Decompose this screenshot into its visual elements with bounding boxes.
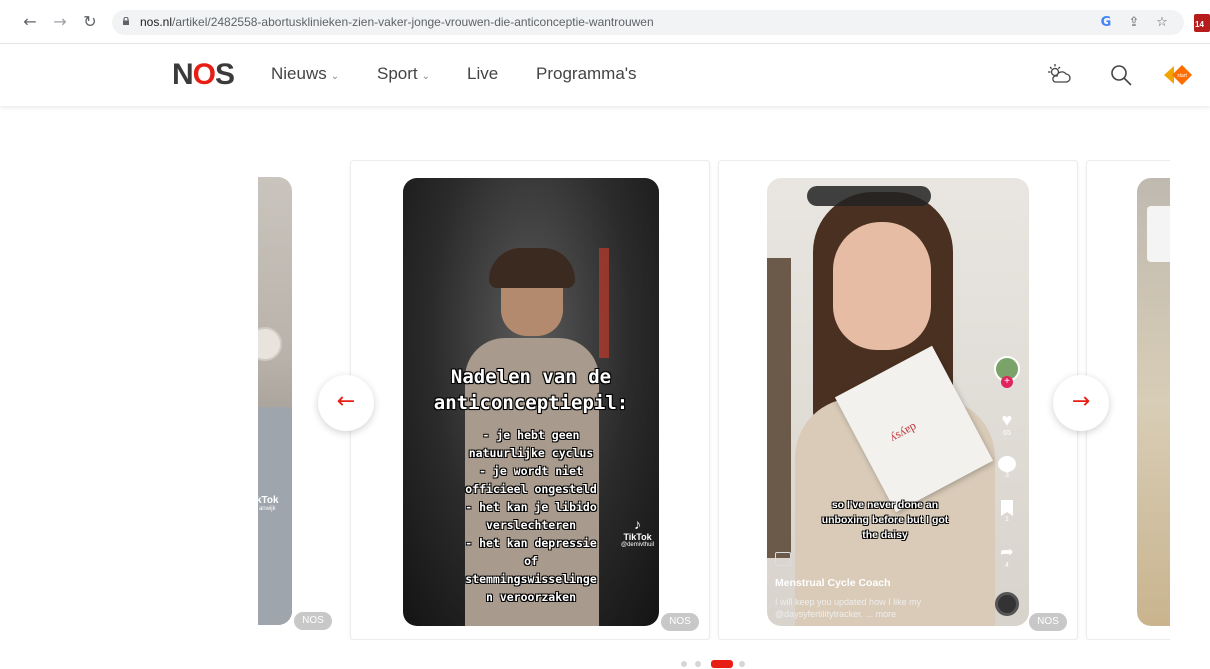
nav-live[interactable]: Live (467, 64, 498, 84)
nos-badge: NOS (1029, 613, 1067, 631)
tiktok-watermark: ♪ TikTok @demivthuil (621, 516, 655, 548)
comment-button[interactable]: 3 (993, 456, 1021, 479)
search-icon[interactable] (1108, 62, 1134, 88)
carousel-prev-button[interactable]: ← (318, 375, 374, 431)
wall-frame (767, 258, 791, 558)
nav-nieuws[interactable]: Nieuws ⌄ (271, 64, 339, 84)
page-dot[interactable] (681, 661, 687, 667)
comment-count: 3 (1005, 472, 1009, 479)
arrow-left-icon: ← (336, 389, 356, 414)
tiktok-icon: ♪ (634, 516, 642, 532)
lock-icon (123, 17, 129, 25)
page-dot[interactable] (695, 661, 701, 667)
nos-badge: NOS (661, 613, 699, 631)
creator-name[interactable]: Menstrual Cycle Coach (775, 577, 891, 589)
creator-avatar[interactable]: + (993, 356, 1021, 388)
follow-plus-icon[interactable]: + (1001, 376, 1013, 388)
music-disc-icon (995, 592, 1019, 616)
carousel-next-button[interactable]: → (1053, 375, 1109, 431)
calendar-badge: 14 (1195, 20, 1204, 29)
person-hair (489, 248, 575, 288)
tiktok-carousel: kTok anwijk NOS Nadelen van de anticoncep… (258, 160, 1170, 640)
svg-text:start: start (1177, 73, 1187, 79)
page-dot-active[interactable] (711, 660, 733, 668)
reload-icon[interactable]: ↻ (80, 12, 100, 32)
sticker-shape (1147, 206, 1170, 262)
video-thumbnail-4[interactable] (1137, 178, 1170, 626)
npo-start-icon[interactable]: start (1162, 62, 1194, 88)
arrow-right-icon: → (1071, 389, 1091, 414)
carousel-card-3[interactable]: daysy so I've never done an unboxing bef… (718, 160, 1078, 640)
video-caption: so I've never done an unboxing before bu… (821, 499, 949, 541)
save-button[interactable]: 1 (993, 500, 1021, 523)
nos-badge: NOS (294, 612, 332, 630)
share-button[interactable]: ➦ 4 (993, 544, 1021, 569)
save-count: 1 (1005, 516, 1009, 523)
nos-logo[interactable]: NOS (172, 58, 235, 92)
video-thumbnail-1[interactable]: kTok anwijk (258, 177, 292, 625)
tiktok-watermark: kTok anwijk (258, 495, 279, 512)
like-button[interactable]: ♥ 65 (993, 410, 1021, 437)
carousel-card-2[interactable]: Nadelen van de anticonceptiepil: - je he… (350, 160, 710, 640)
chevron-down-icon: ⌄ (421, 71, 431, 82)
video-description: I will keep you updated how I like my @d… (775, 597, 922, 619)
weather-icon[interactable] (1046, 62, 1072, 88)
forward-arrow-icon[interactable]: → (50, 12, 70, 32)
object-shape (258, 327, 282, 361)
background-light (599, 248, 609, 358)
url-text: nos.nl/artikel/2482558-abortusklinieken-… (140, 15, 654, 29)
page-dot[interactable] (739, 661, 745, 667)
calendar-extension-icon[interactable]: 14 (1194, 14, 1210, 32)
bookmark-icon (1001, 500, 1013, 516)
share-arrow-icon: ➦ (1000, 544, 1014, 561)
nav-programmas[interactable]: Programma's (536, 64, 637, 84)
comment-icon (998, 456, 1016, 472)
person-face (833, 222, 931, 350)
back-arrow-icon[interactable]: ← (20, 12, 40, 32)
heart-icon: ♥ (1001, 410, 1013, 430)
video-thumbnail-3[interactable]: daysy so I've never done an unboxing bef… (767, 178, 1029, 626)
share-count: 4 (1005, 562, 1009, 569)
nav-sport[interactable]: Sport ⌄ (377, 64, 430, 84)
bookmark-star-icon[interactable]: ☆ (1153, 14, 1171, 32)
video-icon (775, 552, 791, 566)
share-icon[interactable]: ⇪ (1125, 14, 1143, 32)
sunglasses (807, 186, 931, 206)
like-count: 65 (1003, 430, 1011, 437)
google-icon[interactable]: G (1097, 14, 1115, 32)
address-bar[interactable]: nos.nl/artikel/2482558-abortusklinieken-… (112, 10, 1184, 35)
chevron-down-icon: ⌄ (330, 71, 340, 82)
browser-toolbar: ← → ↻ nos.nl/artikel/2482558-abortusklin… (0, 0, 1210, 44)
person-shape (258, 407, 292, 625)
video-thumbnail-2[interactable]: Nadelen van de anticonceptiepil: - je he… (403, 178, 659, 626)
video-title: Nadelen van de anticonceptiepil: (433, 366, 629, 414)
box-label: daysy (888, 420, 920, 447)
article-text-fragment (456, 96, 856, 110)
